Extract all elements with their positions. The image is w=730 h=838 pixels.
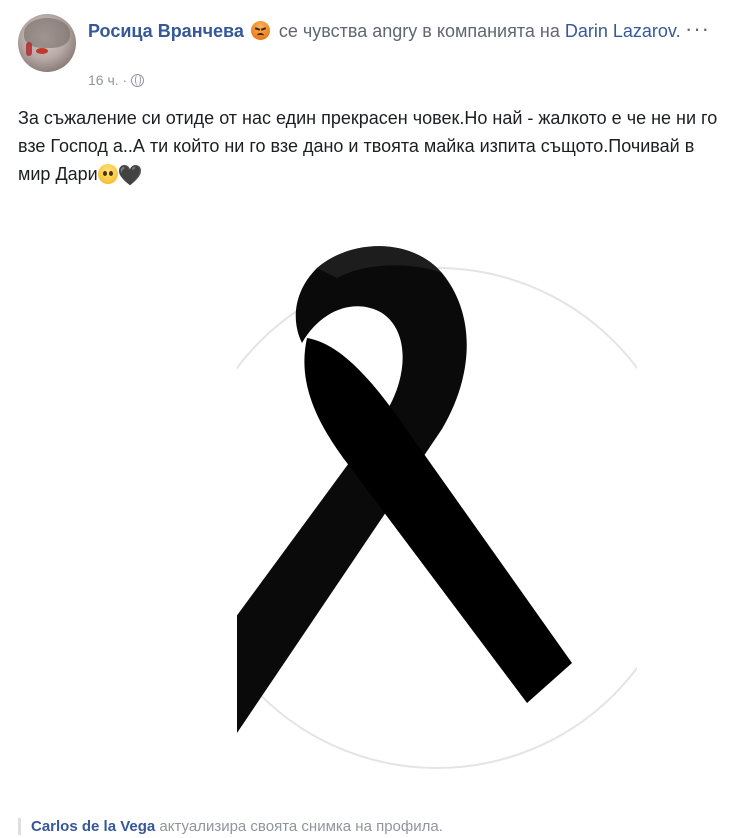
angry-emoji-icon — [250, 21, 270, 40]
post-header-line: Росица Врaнчева се чувства angry в компа… — [88, 18, 708, 44]
feeling-text: се чувства angry в компанията на — [278, 21, 560, 41]
post-meta: 16 ч. · — [88, 72, 145, 88]
globe-icon[interactable] — [131, 74, 145, 87]
sad-face-emoji-icon — [97, 164, 118, 184]
footer-user-link[interactable]: Carlos de la Vega — [31, 818, 155, 835]
post-header: Росица Врaнчева се чувства angry в компа… — [18, 12, 718, 92]
feed-footer-story: Carlos de la Vega актуализира своята сни… — [18, 818, 730, 835]
more-options-icon[interactable]: ··· — [685, 16, 710, 42]
footer-action-text: актуализира своята снимка на профила. — [159, 818, 443, 835]
post-timestamp-link[interactable]: 16 ч. — [88, 72, 119, 88]
post-image[interactable] — [237, 233, 637, 773]
tagged-user-link[interactable]: Darin Lazarov. — [565, 21, 681, 41]
black-heart-icon: 🖤 — [117, 165, 143, 187]
black-mourning-ribbon-image — [237, 246, 637, 769]
author-avatar[interactable] — [18, 14, 76, 72]
post-text: За съжаление си отиде от нас един прекра… — [18, 104, 718, 188]
meta-separator: · — [122, 72, 128, 88]
author-name-link[interactable]: Росица Врaнчева — [88, 21, 244, 41]
